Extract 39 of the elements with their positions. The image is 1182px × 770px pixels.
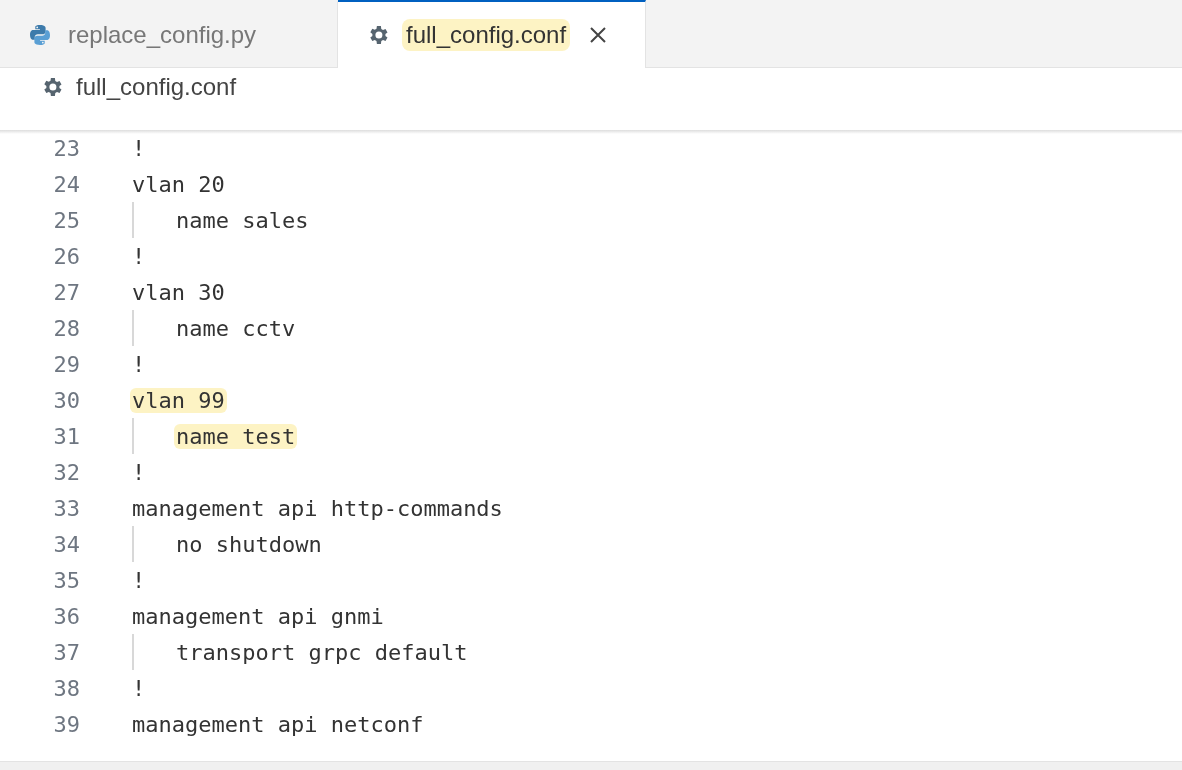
line-number: 31: [52, 423, 80, 449]
code-line: !: [131, 567, 147, 593]
code-line: transport grpc default: [175, 639, 469, 665]
close-button[interactable]: [588, 25, 609, 45]
code-line: !: [131, 675, 147, 701]
line-number: 33: [52, 495, 80, 521]
code-line: no shutdown: [175, 531, 323, 557]
tab-label: replace_config.py: [67, 19, 258, 50]
line-number: 27: [52, 279, 80, 305]
code-line: management api netconf: [131, 711, 425, 737]
breadcrumb-item[interactable]: full_config.conf: [76, 72, 237, 101]
code-line: vlan 20: [131, 171, 226, 197]
code-line: name sales: [175, 207, 310, 233]
line-number: 30: [52, 387, 80, 413]
code-line: management api gnmi: [131, 603, 385, 629]
code-line: vlan 30: [131, 279, 226, 305]
code-line: !: [131, 351, 147, 377]
line-number: 38: [52, 675, 80, 701]
code-line: name cctv: [175, 315, 297, 341]
line-number: 29: [52, 351, 80, 377]
line-number: 39: [52, 711, 80, 737]
line-number: 37: [52, 639, 80, 665]
editor-tab[interactable]: full_config.conf: [338, 0, 646, 68]
line-number: 28: [52, 315, 80, 341]
code-line: management api http-commands: [131, 495, 504, 521]
line-number: 35: [52, 567, 80, 593]
line-number: 23: [52, 135, 80, 161]
line-number: 32: [52, 459, 80, 485]
tab-label: full_config.conf: [402, 19, 571, 51]
line-number: 26: [52, 243, 80, 269]
code-line: !: [131, 135, 147, 161]
code-line: !: [131, 459, 147, 485]
python-icon: [28, 22, 52, 47]
line-number: 36: [52, 603, 80, 629]
code-line: !: [131, 243, 147, 269]
close-icon: [588, 25, 609, 45]
line-number: 34: [52, 531, 80, 557]
line-number: 24: [52, 171, 80, 197]
line-number: 25: [52, 207, 80, 233]
